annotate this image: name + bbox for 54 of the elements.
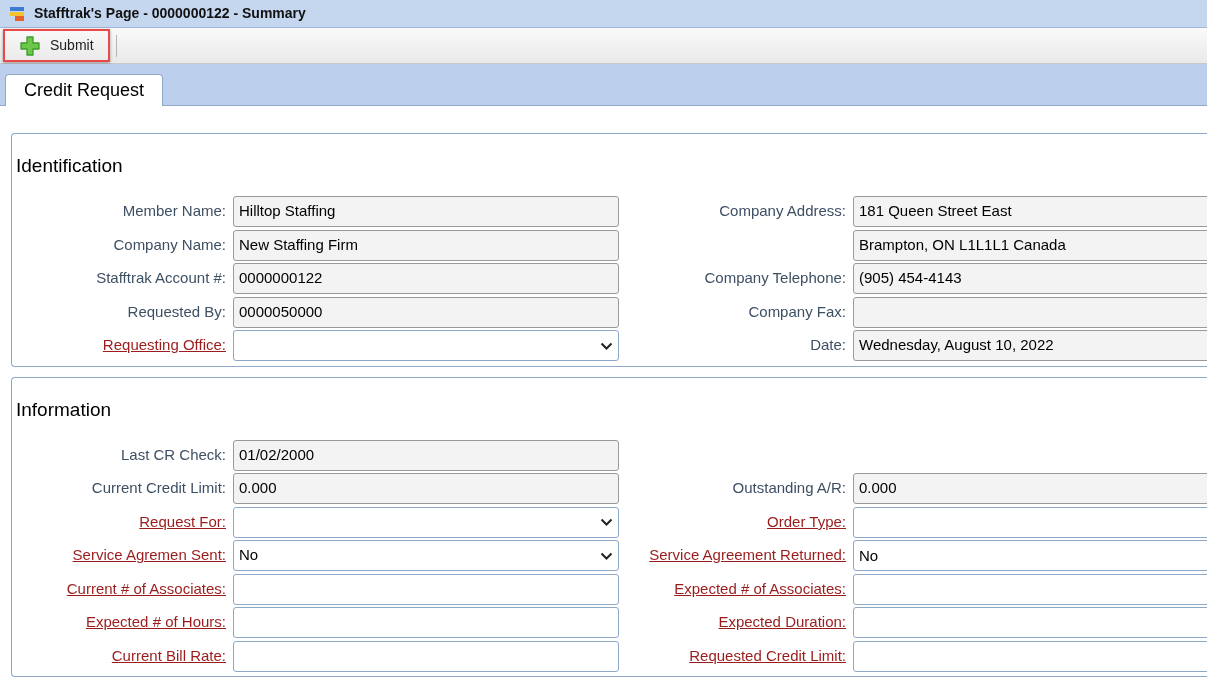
submit-button[interactable]: Submit (3, 29, 110, 62)
plus-icon (19, 34, 41, 57)
field-label: Member Name: (122, 201, 226, 222)
input-field[interactable] (853, 573, 1207, 605)
tab[interactable]: Credit Request (5, 74, 164, 106)
readonly-field: Wednesday, August 10, 2022 (853, 330, 1207, 361)
readonly-field: Brampton, ON L1L1L1 Canada (853, 229, 1207, 261)
dropdown-field[interactable] (233, 330, 619, 361)
input-field[interactable] (853, 607, 1207, 638)
field-label: Date: (810, 335, 846, 356)
chevron-down-icon (600, 341, 613, 350)
readonly-field: 0000050000 (233, 296, 619, 328)
field-link[interactable]: Expected # of Associates: (674, 577, 846, 601)
field-label: Company Telephone: (704, 268, 846, 289)
field-link[interactable]: Requesting Office: (102, 334, 226, 357)
field-link[interactable]: Expected # of Hours: (85, 611, 226, 634)
field-link[interactable]: Order Type: (767, 510, 846, 534)
field-link[interactable]: Current # of Associates: (66, 577, 226, 601)
field-link[interactable]: Service Agreement Returned: (649, 544, 846, 567)
field-link[interactable]: Requested Credit Limit: (689, 644, 846, 668)
field-link[interactable]: Request For: (139, 510, 226, 534)
readonly-field: Hilltop Staffing (233, 196, 619, 227)
field-label: Requested By: (127, 301, 226, 322)
readonly-field: 0000000122 (233, 263, 619, 294)
window-app-icon (9, 5, 25, 22)
field-label: Last CR Check: (120, 444, 226, 465)
readonly-field: 0.000 (853, 473, 1207, 504)
field-label: Current Credit Limit: (91, 478, 226, 499)
input-field[interactable] (853, 640, 1207, 672)
field-label: Company Fax: (748, 301, 846, 322)
field-label: Company Address: (719, 201, 846, 222)
chevron-down-icon (600, 518, 613, 526)
dropdown-field[interactable] (233, 506, 619, 538)
field-link[interactable]: Expected Duration: (718, 611, 846, 634)
chevron-down-icon (600, 551, 613, 560)
section-title: Information (16, 397, 113, 422)
window-title: Stafftrak's Page - 0000000122 - Summary (34, 4, 306, 23)
readonly-field: 0.000 (233, 473, 619, 504)
readonly-field: 181 Queen Street East (853, 196, 1207, 227)
input-field[interactable] (853, 506, 1207, 538)
field-link[interactable]: Service Agremen Sent: (72, 544, 226, 567)
input-field[interactable] (233, 640, 619, 672)
section-title: Identification (16, 154, 124, 178)
readonly-field: New Staffing Firm (233, 229, 619, 261)
readonly-field: (905) 454-4143 (853, 263, 1207, 294)
input-field[interactable]: No (853, 540, 1207, 571)
input-field[interactable] (233, 607, 619, 638)
input-field[interactable] (233, 573, 619, 605)
readonly-field: 01/02/2000 (233, 439, 619, 471)
dropdown-field[interactable]: No (233, 540, 619, 571)
field-link[interactable]: Current Bill Rate: (111, 644, 226, 668)
field-label: Outstanding A/R: (732, 478, 846, 499)
field-label: Company Name: (113, 234, 226, 255)
field-label: Stafftrak Account #: (96, 268, 226, 289)
